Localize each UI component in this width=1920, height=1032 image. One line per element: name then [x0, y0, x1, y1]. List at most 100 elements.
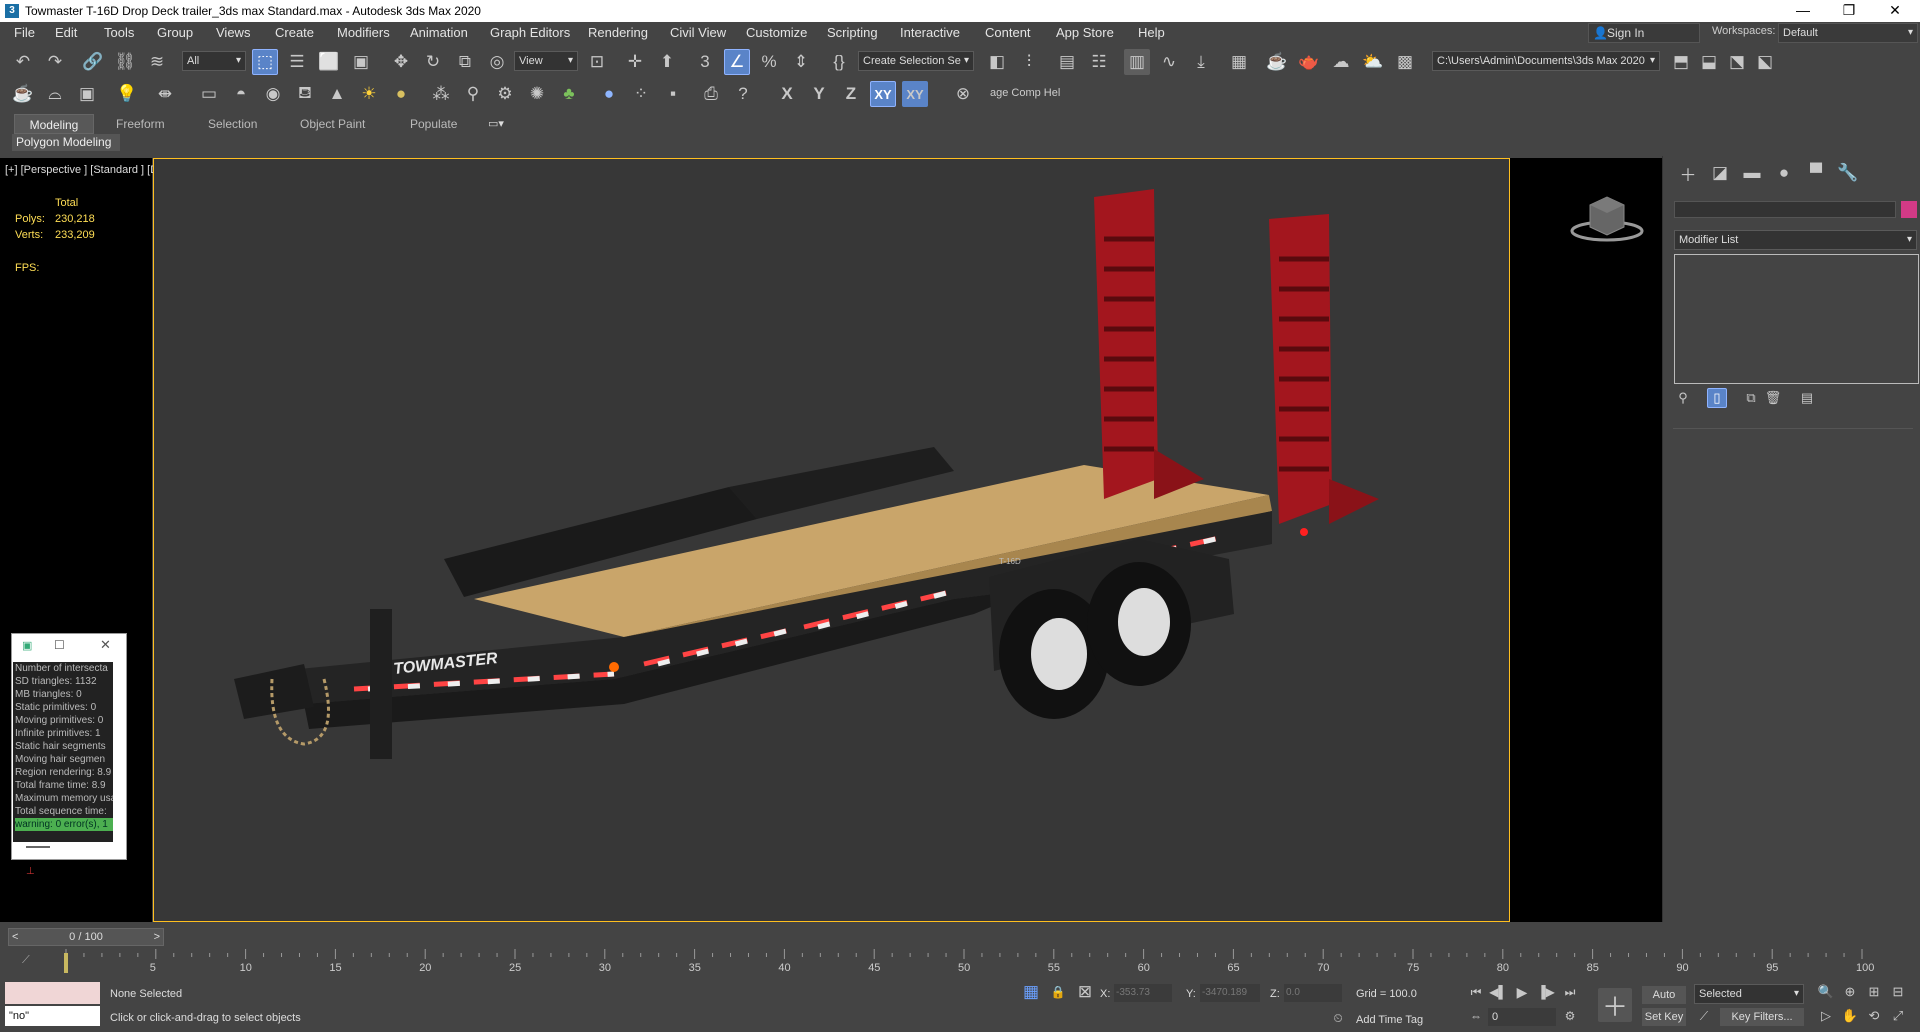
- render-setup-icon[interactable]: ☕: [1264, 49, 1290, 75]
- tab-freeform[interactable]: Freeform: [106, 114, 175, 134]
- scene-explorer-icon[interactable]: ▤: [1054, 49, 1080, 75]
- menu-create[interactable]: Create: [275, 25, 314, 40]
- minimize-button[interactable]: —: [1780, 0, 1826, 22]
- menu-scripting[interactable]: Scripting: [827, 25, 878, 40]
- tab-modeling[interactable]: Modeling: [14, 114, 94, 134]
- absolute-mode-icon[interactable]: ⊠: [1074, 981, 1096, 1003]
- camera-sequencer-icon[interactable]: ⇼: [152, 81, 178, 107]
- render-message-window[interactable]: ▣ ☐ ✕ Number of intersecta SD triangles:…: [11, 633, 127, 860]
- schematic-view-icon[interactable]: ⤓: [1188, 49, 1214, 75]
- sky-icon[interactable]: ●: [388, 81, 414, 107]
- link-icon[interactable]: 🔗: [80, 49, 106, 75]
- menu-content[interactable]: Content: [985, 25, 1031, 40]
- menu-file[interactable]: File: [14, 25, 35, 40]
- hierarchy-tab-icon[interactable]: ▬: [1741, 162, 1763, 184]
- orbit-icon[interactable]: ⟲: [1864, 1006, 1884, 1026]
- z-coord-field[interactable]: 0.0: [1284, 984, 1342, 1002]
- menu-rendering[interactable]: Rendering: [588, 25, 648, 40]
- constraint-y-button[interactable]: Y: [806, 81, 832, 107]
- modifier-stack[interactable]: [1674, 254, 1919, 384]
- spinner-snap-icon[interactable]: ⇕: [788, 49, 814, 75]
- mirror-icon[interactable]: ◧: [984, 49, 1010, 75]
- play-icon[interactable]: ▶: [1512, 982, 1532, 1002]
- render-iterative-icon[interactable]: ▩: [1392, 49, 1418, 75]
- comp-helper-icon[interactable]: ⊗: [950, 81, 976, 107]
- default-in-out-icon[interactable]: ⟋: [1694, 1006, 1714, 1026]
- menu-animation[interactable]: Animation: [410, 25, 468, 40]
- undo-icon[interactable]: ↶: [10, 49, 36, 75]
- zoom-all-icon[interactable]: ⊕: [1840, 982, 1860, 1002]
- log-maximize-button[interactable]: ☐: [54, 638, 65, 652]
- tab-object-paint[interactable]: Object Paint: [290, 114, 375, 134]
- object-name-field[interactable]: [1674, 201, 1896, 218]
- field-of-view-icon[interactable]: ▷: [1816, 1006, 1836, 1026]
- menu-group[interactable]: Group: [157, 25, 193, 40]
- current-frame-field[interactable]: 0: [1488, 1008, 1556, 1026]
- go-to-end-icon[interactable]: ⏭: [1560, 982, 1580, 1002]
- hemisphere-icon[interactable]: ◓: [228, 81, 254, 107]
- create-tab-icon[interactable]: ＋: [1677, 162, 1699, 185]
- maximize-viewport-icon[interactable]: ⤢: [1888, 1006, 1908, 1026]
- pan-view-icon[interactable]: ✋: [1840, 1006, 1860, 1026]
- select-object-icon[interactable]: ⬚: [252, 49, 278, 75]
- layer-explorer-icon[interactable]: ☷: [1086, 49, 1112, 75]
- redo-icon[interactable]: ↷: [42, 49, 68, 75]
- add-time-tag-button[interactable]: Add Time Tag: [1356, 1014, 1423, 1026]
- project-folder-icon[interactable]: ⬒: [1668, 49, 1694, 75]
- placement-icon[interactable]: ◎: [484, 49, 510, 75]
- move-icon[interactable]: ✥: [388, 49, 414, 75]
- select-manipulate-icon[interactable]: ✛: [622, 49, 648, 75]
- bind-space-warp-icon[interactable]: ≋: [144, 49, 170, 75]
- merge-container-icon[interactable]: ⬕: [1752, 49, 1778, 75]
- motion-tab-icon[interactable]: ●: [1773, 162, 1795, 184]
- menu-modifiers[interactable]: Modifiers: [337, 25, 390, 40]
- menu-civil-view[interactable]: Civil View: [670, 25, 726, 40]
- zoom-icon[interactable]: 🔍: [1816, 982, 1836, 1002]
- prev-key-icon[interactable]: ◀▌: [1488, 982, 1508, 1002]
- perspective-viewport[interactable]: TOWMASTER T-16D: [153, 158, 1510, 922]
- angle-snap-icon[interactable]: ∠: [724, 49, 750, 75]
- render-production-icon[interactable]: ☁: [1328, 49, 1354, 75]
- teapot-primitive-icon[interactable]: ⛾: [292, 81, 318, 107]
- isolate-selection-icon[interactable]: ▦: [1020, 981, 1042, 1003]
- rect-selection-icon[interactable]: ⬜: [316, 49, 342, 75]
- window-crossing-icon[interactable]: ▣: [348, 49, 374, 75]
- object-color-swatch[interactable]: [1901, 201, 1917, 218]
- curve-editor-icon[interactable]: ∿: [1156, 49, 1182, 75]
- align-icon[interactable]: ⫶: [1016, 49, 1042, 75]
- sign-in-button[interactable]: 👤 Sign In: [1588, 23, 1700, 43]
- foliage-icon[interactable]: ♣: [556, 81, 582, 107]
- reference-coord-dropdown[interactable]: View: [514, 51, 578, 71]
- close-button[interactable]: ✕: [1872, 0, 1918, 22]
- tab-populate[interactable]: Populate: [400, 114, 467, 134]
- key-mode-toggle-icon[interactable]: ⇔: [1466, 1006, 1486, 1026]
- time-config-icon[interactable]: ⚙: [1560, 1006, 1580, 1026]
- constraint-x-button[interactable]: X: [774, 81, 800, 107]
- cone-icon[interactable]: ▲: [324, 81, 350, 107]
- container-icon[interactable]: ⬓: [1696, 49, 1722, 75]
- maxscript-listener-pink[interactable]: [5, 982, 100, 1004]
- box-icon[interactable]: ▭: [196, 81, 222, 107]
- sun-light-icon[interactable]: ☀: [356, 81, 382, 107]
- x-coord-field[interactable]: -353.73: [1114, 984, 1172, 1002]
- ribbon-toggle-icon[interactable]: ▥: [1124, 49, 1150, 75]
- selection-lock-icon[interactable]: 🔒: [1048, 981, 1068, 1003]
- time-slider[interactable]: < 0 / 100 >: [8, 928, 164, 946]
- configure-sets-icon[interactable]: ▤: [1797, 388, 1817, 408]
- timeline-ruler[interactable]: 5 10 15 20 25 30 35 40 45 50 55 60 65 70 75 80 85 90 95 100: [62, 949, 1920, 975]
- keyboard-shortcut-icon[interactable]: ⬆: [654, 49, 680, 75]
- prev-frame-icon[interactable]: <: [12, 929, 18, 945]
- modify-tab-icon[interactable]: ◪: [1709, 162, 1731, 184]
- grid-helper-icon[interactable]: ⁂: [428, 81, 454, 107]
- menu-edit[interactable]: Edit: [55, 25, 77, 40]
- set-key-big-icon[interactable]: ＋: [1598, 988, 1632, 1022]
- menu-app-store[interactable]: App Store: [1056, 25, 1114, 40]
- menu-help[interactable]: Help: [1138, 25, 1165, 40]
- scatter-icon[interactable]: ✺: [524, 81, 550, 107]
- make-unique-icon[interactable]: ⧉: [1741, 388, 1761, 408]
- color-palette-icon[interactable]: ⁘: [628, 81, 654, 107]
- key-mode-dropdown[interactable]: Selected: [1694, 984, 1804, 1004]
- project-path-dropdown[interactable]: C:\Users\Admin\Documents\3ds Max 2020: [1432, 51, 1660, 71]
- render-window-icon[interactable]: ▣: [74, 81, 100, 107]
- named-selection-dropdown[interactable]: Create Selection Se: [858, 51, 974, 71]
